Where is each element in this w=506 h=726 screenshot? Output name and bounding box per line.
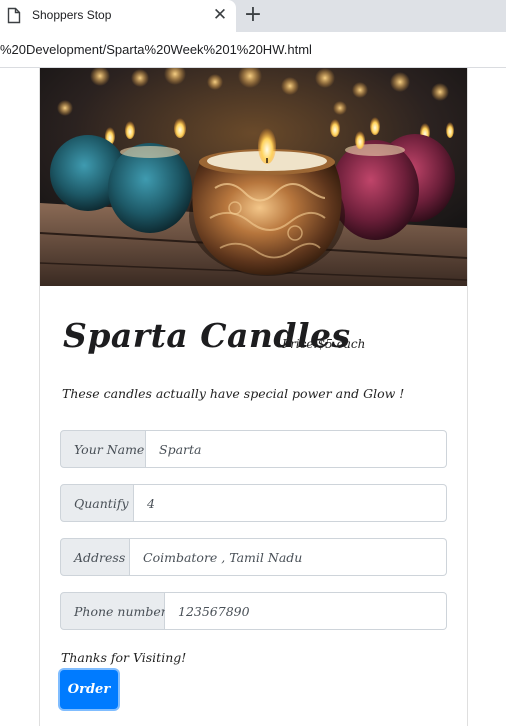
candles-photo [40, 68, 467, 286]
name-input-group: Your Name Sparta [60, 430, 447, 468]
browser-tab-strip: Shoppers Stop ✕ + [0, 0, 506, 32]
phone-label: Phone number [60, 592, 167, 630]
name-field[interactable]: Sparta [146, 430, 447, 468]
address-field[interactable]: Coimbatore , Tamil Nadu [130, 538, 447, 576]
url-text[interactable]: %20Development/Sparta%20Week%201%20HW.ht… [0, 42, 312, 57]
quantity-label: Quantify [60, 484, 134, 522]
name-label: Your Name [60, 430, 146, 468]
order-button[interactable]: Order [60, 670, 118, 709]
new-tab-icon[interactable]: + [242, 3, 264, 27]
tab-title: Shoppers Stop [32, 8, 112, 22]
address-label: Address [60, 538, 130, 576]
product-tagline: These candles actually have special powe… [62, 386, 405, 401]
address-input-group: Address Coimbatore , Tamil Nadu [60, 538, 447, 576]
document-icon [7, 7, 21, 24]
thanks-text: Thanks for Visiting! [61, 650, 187, 665]
quantity-field[interactable]: 4 [134, 484, 447, 522]
phone-field[interactable]: 123567890 [165, 592, 447, 630]
phone-input-group: Phone number 123567890 [60, 592, 447, 630]
browser-tab[interactable]: Shoppers Stop ✕ [0, 0, 236, 32]
address-bar[interactable]: %20Development/Sparta%20Week%201%20HW.ht… [0, 32, 506, 68]
quantity-input-group: Quantify 4 [60, 484, 447, 522]
product-price: Price:$5 each [282, 337, 366, 351]
close-icon[interactable]: ✕ [210, 4, 230, 26]
